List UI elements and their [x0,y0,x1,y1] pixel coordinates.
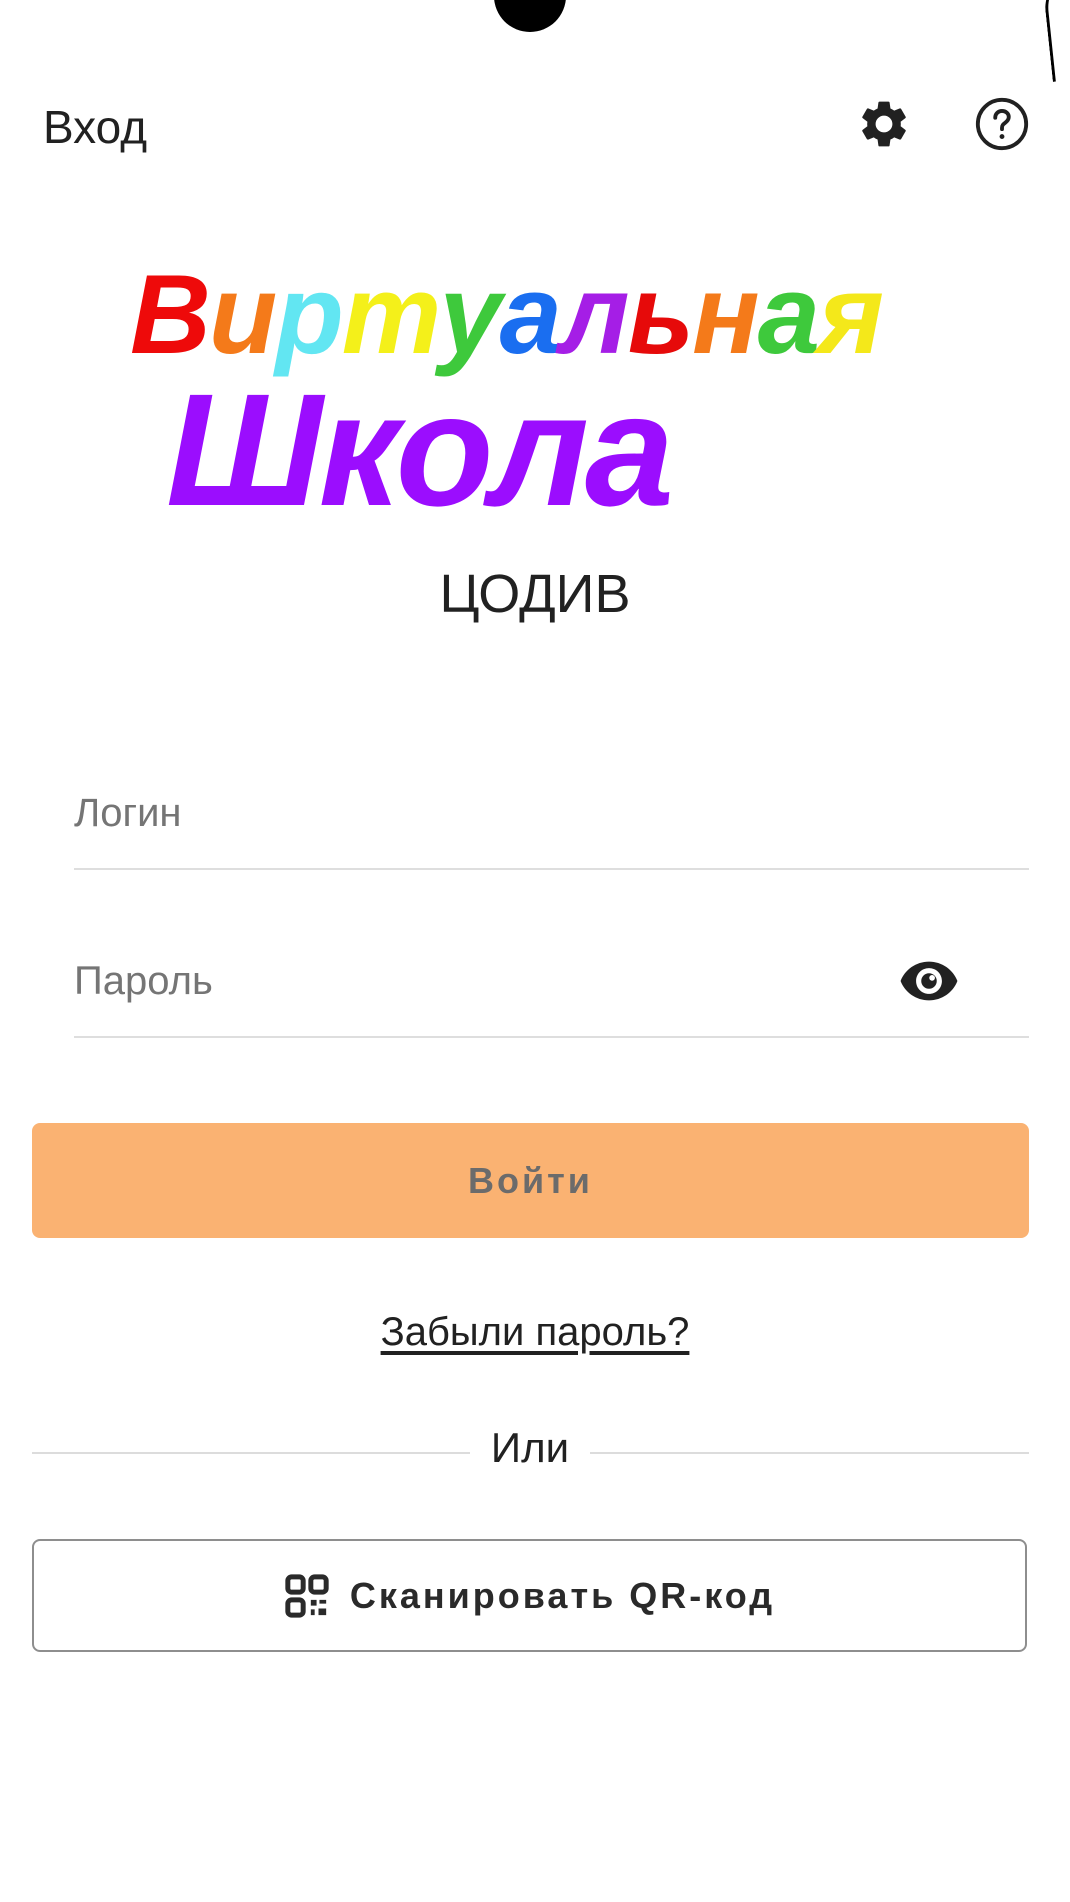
divider-text: Или [490,1424,570,1471]
scan-qr-label: Сканировать QR-код [349,1574,776,1616]
forgot-password-link[interactable]: Забыли пароль? [381,1310,690,1354]
eye-icon [900,961,958,1001]
settings-button[interactable] [852,92,916,156]
login-field [74,758,1029,870]
qr-code-icon [284,1573,330,1619]
forgot-password-row: Забыли пароль? [0,1310,1070,1355]
show-password-button[interactable] [894,946,964,1016]
logo-line2: Школа [166,360,674,539]
app-bar: Вход [0,88,1070,164]
divider-left [32,1452,470,1454]
help-button[interactable] [970,92,1034,156]
logo-letter: а [757,252,820,377]
gear-icon [862,101,906,147]
logo-letter: н [692,252,760,377]
scan-qr-button[interactable]: Сканировать QR-код [32,1539,1027,1652]
screen-corner [1041,0,1070,82]
camera-notch [494,0,566,32]
page-title: Вход [43,101,148,153]
login-input[interactable] [74,758,1029,868]
organization-name: ЦОДИВ [439,564,631,624]
logo: Виртуальная Школа [130,250,890,539]
password-field [74,926,1029,1038]
help-circle-icon [975,97,1029,151]
logo-letter: я [818,252,884,377]
password-input[interactable] [74,926,1029,1036]
login-button[interactable]: Войти [32,1123,1029,1238]
divider-right [590,1452,1029,1454]
